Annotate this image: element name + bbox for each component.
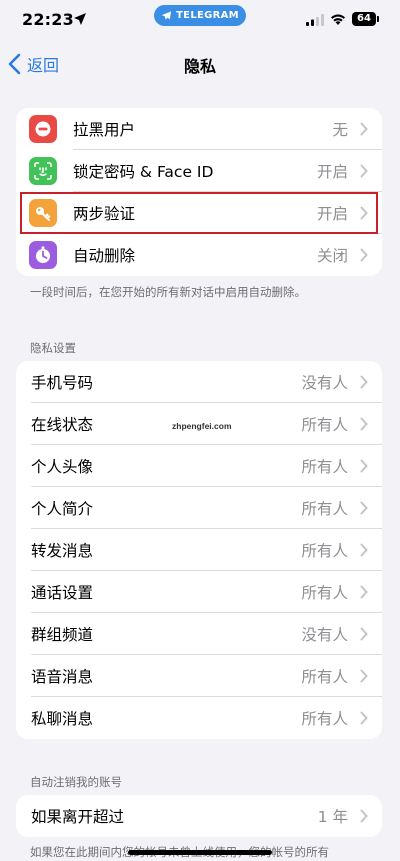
cellular-signal-icon	[306, 14, 324, 26]
block-icon	[29, 115, 57, 143]
row-label: 语音消息	[31, 668, 94, 686]
home-indicator[interactable]	[128, 850, 272, 855]
face-id-icon	[29, 157, 57, 185]
if-away-for-row[interactable]: 如果离开超过 1 年	[16, 795, 382, 837]
privacy-row-private-messages[interactable]: 私聊消息 所有人	[16, 697, 382, 739]
status-bar: 22:23 TELEGRAM 64	[0, 0, 400, 40]
row-value: 1 年	[317, 808, 348, 826]
blocked-users-row[interactable]: 拉黑用户 无	[16, 108, 382, 150]
row-label: 在线状态	[31, 416, 94, 434]
chevron-right-icon	[360, 164, 368, 178]
row-value: 没有人	[301, 374, 348, 392]
privacy-row-bio[interactable]: 个人简介 所有人	[16, 487, 382, 529]
key-icon	[29, 199, 57, 227]
watermark-text: zhpengfei.com	[172, 421, 232, 431]
row-label: 个人头像	[31, 458, 94, 476]
row-label: 拉黑用户	[73, 121, 136, 139]
telegram-pill-label: TELEGRAM	[176, 10, 239, 21]
chevron-right-icon	[360, 248, 368, 262]
telegram-plane-icon	[161, 11, 172, 20]
row-label: 群组频道	[31, 626, 94, 644]
nav-bar: 返回 隐私	[0, 44, 400, 84]
chevron-right-icon	[360, 627, 368, 641]
row-label: 锁定密码 & Face ID	[73, 163, 214, 181]
section-header: 隐私设置	[30, 341, 76, 355]
chevron-right-icon	[360, 417, 368, 431]
telegram-pill[interactable]: TELEGRAM	[154, 5, 246, 26]
privacy-row-phone-number[interactable]: 手机号码 没有人	[16, 361, 382, 403]
wifi-icon	[331, 14, 345, 25]
row-label: 如果离开超过	[31, 808, 125, 826]
chevron-right-icon	[360, 206, 368, 220]
chevron-right-icon	[360, 375, 368, 389]
row-value: 关闭	[316, 247, 348, 265]
privacy-row-calls[interactable]: 通话设置 所有人	[16, 571, 382, 613]
row-value: 没有人	[301, 626, 348, 644]
chevron-right-icon	[360, 711, 368, 725]
row-value: 所有人	[301, 458, 348, 476]
timer-icon	[29, 241, 57, 269]
privacy-row-profile-photo[interactable]: 个人头像 所有人	[16, 445, 382, 487]
row-value: 所有人	[301, 584, 348, 602]
location-arrow-icon	[74, 13, 86, 25]
privacy-row-voice-messages[interactable]: 语音消息 所有人	[16, 655, 382, 697]
battery-indicator: 64	[352, 12, 379, 26]
row-value: 无	[332, 121, 348, 139]
row-label: 个人简介	[31, 500, 94, 518]
row-label: 手机号码	[31, 374, 94, 392]
page-title: 隐私	[183, 57, 216, 76]
row-label: 通话设置	[31, 584, 94, 602]
row-value: 开启	[316, 205, 348, 223]
privacy-row-groups-channels[interactable]: 群组频道 没有人	[16, 613, 382, 655]
account-self-destruct-group: 如果离开超过 1 年	[16, 795, 382, 837]
chevron-right-icon	[360, 809, 368, 823]
row-value: 所有人	[301, 416, 348, 434]
chevron-right-icon	[360, 585, 368, 599]
row-value: 所有人	[301, 542, 348, 560]
privacy-settings-group: 手机号码 没有人 在线状态 所有人 个人头像 所有人 个人简介 所有人 转发消息…	[16, 361, 382, 739]
auto-delete-footer: 一段时间后，在您开始的所有新对话中启用自动删除。	[30, 285, 306, 299]
row-value: 所有人	[301, 668, 348, 686]
row-value: 所有人	[301, 500, 348, 518]
passcode-face-id-row[interactable]: 锁定密码 & Face ID 开启	[16, 150, 382, 192]
row-label: 自动删除	[73, 247, 136, 265]
security-group: 拉黑用户 无 锁定密码 & Face ID 开启 两步验证 开启 自动删除 关闭	[16, 108, 382, 276]
status-time: 22:23	[22, 10, 74, 29]
row-value: 开启	[316, 163, 348, 181]
row-value: 所有人	[301, 710, 348, 728]
chevron-right-icon	[360, 501, 368, 515]
row-label: 转发消息	[31, 542, 94, 560]
row-label: 两步验证	[73, 205, 136, 223]
chevron-right-icon	[360, 543, 368, 557]
privacy-row-forwarded-messages[interactable]: 转发消息 所有人	[16, 529, 382, 571]
section-header: 自动注销我的账号	[30, 775, 122, 789]
row-label: 私聊消息	[31, 710, 94, 728]
chevron-right-icon	[360, 669, 368, 683]
chevron-right-icon	[360, 122, 368, 136]
chevron-right-icon	[360, 459, 368, 473]
two-step-verification-row[interactable]: 两步验证 开启	[16, 192, 382, 234]
auto-delete-row[interactable]: 自动删除 关闭	[16, 234, 382, 276]
